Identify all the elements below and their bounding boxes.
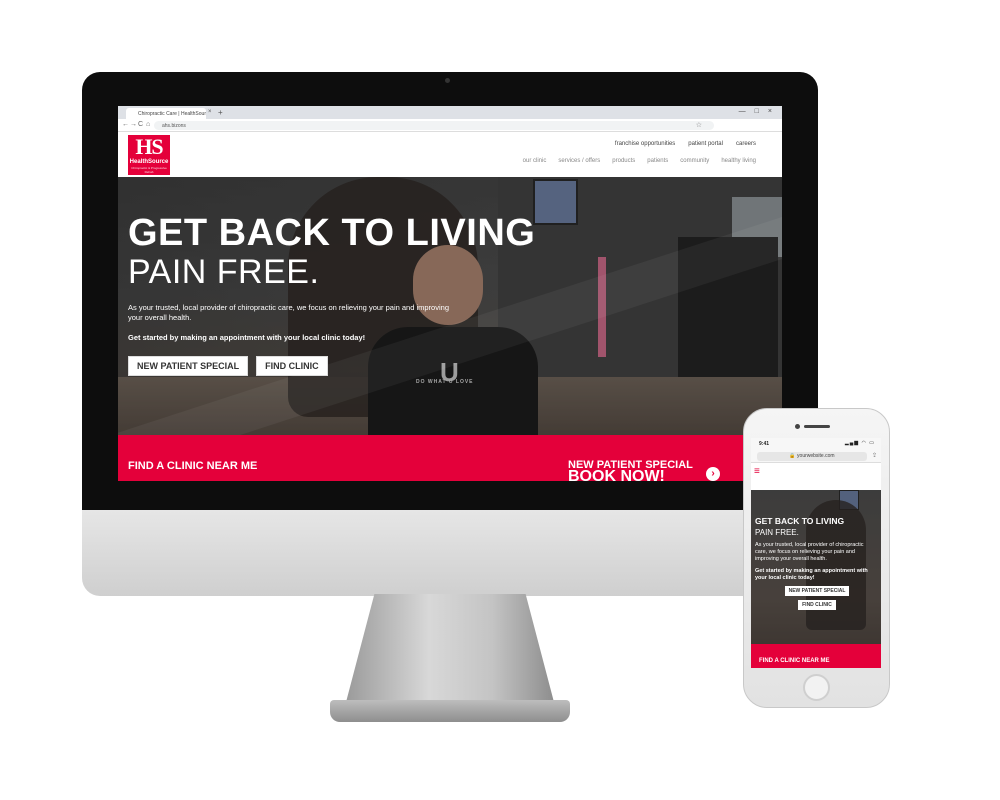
- hero-content: GET BACK TO LIVING PAIN FREE. As your tr…: [128, 213, 568, 376]
- logo-name: HealthSource: [129, 159, 169, 165]
- band-right-subtitle: BOOK NOW!: [568, 468, 665, 482]
- forward-icon[interactable]: →: [130, 121, 137, 128]
- logo-tagline: Chiropractic & Progressive Rehab: [131, 166, 167, 174]
- nav-patients[interactable]: patients: [647, 158, 668, 164]
- hero-section: U DO WHAT U LOVE GET BACK TO LIVING PAIN…: [118, 177, 782, 435]
- mobile-hero-description: As your trusted, local provider of chiro…: [755, 542, 864, 562]
- nav-patient-portal[interactable]: patient portal: [688, 141, 723, 147]
- new-patient-special-link[interactable]: NEW PATIENT SPECIAL BOOK NOW!: [568, 459, 693, 481]
- mobile-hero-content: GET BACK TO LIVING PAIN FREE. As your tr…: [755, 516, 879, 610]
- back-icon[interactable]: ←: [122, 121, 129, 128]
- url-input[interactable]: ahs.bizons: [154, 121, 714, 130]
- main-nav: our clinic services / offers products pa…: [523, 158, 756, 164]
- mobile-find-clinic-button[interactable]: FIND CLINIC: [798, 600, 836, 610]
- nav-community[interactable]: community: [680, 158, 709, 164]
- hero-cta-text: Get started by making an appointment wit…: [128, 333, 366, 342]
- window-controls: — □ ×: [739, 108, 772, 115]
- phone-speaker: [804, 425, 830, 428]
- imac-stand: [345, 594, 555, 706]
- hero-buttons: NEW PATIENT SPECIAL FIND CLINIC: [128, 356, 568, 376]
- mobile-screen: 9:41 ▂▄▆ ◠ ▭ 🔒 yourwebsite.com ⇪ ≡ GET B…: [751, 438, 881, 668]
- hero-title: GET BACK TO LIVING: [128, 212, 536, 254]
- status-icons: ▂▄▆ ◠ ▭: [844, 440, 875, 446]
- site-header: HS HealthSource Chiropractic & Progressi…: [118, 132, 782, 177]
- find-clinic-near-me-link[interactable]: FIND A CLINIC NEAR ME: [128, 460, 257, 472]
- status-time: 9:41: [759, 441, 770, 447]
- hero-description: As your trusted, local provider of chiro…: [128, 303, 449, 322]
- home-button[interactable]: [803, 674, 830, 701]
- minimize-icon[interactable]: —: [739, 108, 746, 115]
- new-patient-special-button[interactable]: NEW PATIENT SPECIAL: [128, 356, 249, 376]
- close-window-icon[interactable]: ×: [768, 108, 772, 115]
- healthsource-logo[interactable]: HS HealthSource Chiropractic & Progressi…: [128, 135, 170, 175]
- hamburger-menu-icon[interactable]: ≡: [754, 467, 760, 477]
- browser-tab[interactable]: Chiropractic Care | HealthSource: [126, 108, 206, 119]
- mobile-hero-title: GET BACK TO LIVING: [755, 516, 845, 526]
- bookmark-star-icon[interactable]: ☆: [696, 121, 702, 129]
- mobile-url-input[interactable]: 🔒 yourwebsite.com: [757, 452, 867, 461]
- nav-healthy-living[interactable]: healthy living: [721, 158, 756, 164]
- cta-band: FIND A CLINIC NEAR ME NEW PATIENT SPECIA…: [118, 435, 782, 481]
- browser-tab-strip: Chiropractic Care | HealthSource × + — □…: [118, 106, 782, 119]
- mobile-find-clinic-near-me-link[interactable]: FIND A CLINIC NEAR ME: [759, 658, 830, 664]
- hero-subtitle: PAIN FREE.: [128, 253, 320, 291]
- arrow-right-icon[interactable]: ›: [706, 467, 720, 481]
- nav-franchise-opportunities[interactable]: franchise opportunities: [615, 141, 675, 147]
- mobile-new-patient-special-button[interactable]: NEW PATIENT SPECIAL: [784, 586, 850, 596]
- mobile-hero-section: GET BACK TO LIVING PAIN FREE. As your tr…: [751, 490, 881, 644]
- mobile-status-bar: 9:41 ▂▄▆ ◠ ▭: [751, 438, 881, 450]
- maximize-icon[interactable]: □: [755, 108, 759, 115]
- browser-address-bar: ← → C ⌂ ahs.bizons ☆: [118, 119, 782, 132]
- phone-camera-icon: [795, 424, 800, 429]
- home-icon[interactable]: ⌂: [146, 121, 150, 128]
- find-clinic-button[interactable]: FIND CLINIC: [256, 356, 328, 376]
- logo-mark: HS: [135, 134, 163, 159]
- new-tab-icon[interactable]: +: [218, 108, 223, 117]
- nav-products[interactable]: products: [612, 158, 635, 164]
- nav-services-offers[interactable]: services / offers: [558, 158, 600, 164]
- utility-nav: franchise opportunities patient portal c…: [615, 141, 756, 147]
- nav-careers[interactable]: careers: [736, 141, 756, 147]
- mobile-address-bar: 🔒 yourwebsite.com ⇪: [751, 450, 881, 463]
- camera-icon: [445, 78, 450, 83]
- imac-foot: [330, 700, 570, 722]
- mobile-hero-subtitle: PAIN FREE.: [755, 528, 799, 537]
- desktop-screen: Chiropractic Care | HealthSource × + — □…: [118, 106, 782, 481]
- mobile-hero-cta-text: Get started by making an appointment wit…: [755, 568, 868, 581]
- share-icon[interactable]: ⇪: [872, 452, 877, 459]
- imac-chin: [82, 510, 818, 596]
- tab-close-icon[interactable]: ×: [208, 109, 212, 115]
- mobile-cta-band: FIND A CLINIC NEAR ME: [751, 644, 881, 668]
- nav-our-clinic[interactable]: our clinic: [523, 158, 547, 164]
- reload-icon[interactable]: C: [138, 121, 143, 128]
